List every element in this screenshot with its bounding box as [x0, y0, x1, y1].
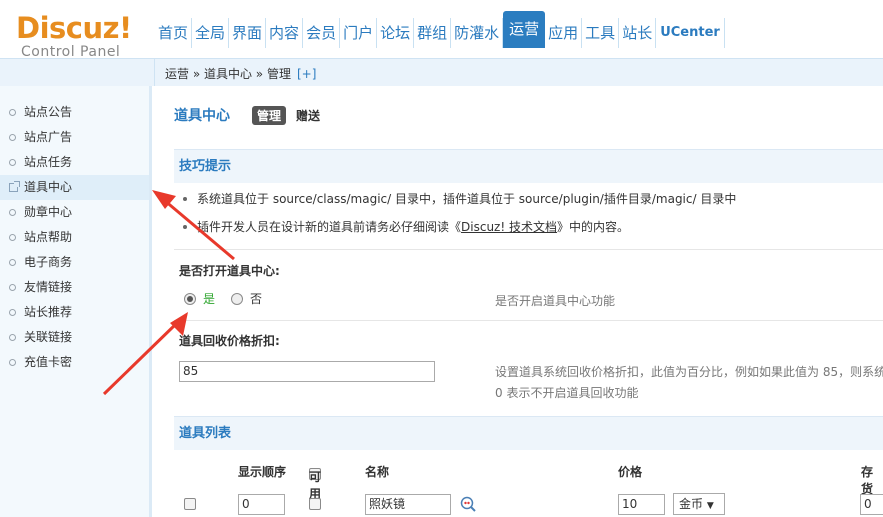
open-center-label: 是否打开道具中心:: [179, 264, 280, 278]
bullet-icon: [183, 225, 187, 229]
page-title-row: 道具中心 管理 赠送: [174, 105, 320, 125]
radio-no[interactable]: [231, 292, 244, 305]
radio-yes[interactable]: [184, 292, 196, 305]
open-center-hint: 是否开启道具中心功能: [495, 294, 616, 308]
row-enabled-checkbox[interactable]: [309, 498, 321, 510]
item-list-header: 道具列表: [174, 416, 883, 450]
sidebar-item-recommend[interactable]: 站长推荐: [0, 300, 149, 325]
bullet-icon: [9, 134, 16, 141]
tech-doc-link[interactable]: Discuz! 技术文档: [461, 220, 557, 234]
column-price: 价格: [618, 465, 643, 479]
bullet-icon: [9, 359, 16, 366]
tab-give[interactable]: 赠送: [296, 107, 320, 124]
bullet-icon: [9, 234, 16, 241]
sidebar-item-announcements[interactable]: 站点公告: [0, 100, 149, 125]
tab-manage[interactable]: 管理: [252, 105, 287, 125]
order-input[interactable]: 0: [238, 494, 285, 515]
nav-tools[interactable]: 工具: [582, 18, 620, 48]
nav-portal[interactable]: 门户: [340, 18, 378, 48]
nav-groups[interactable]: 群组: [414, 18, 452, 48]
bullet-icon: [9, 209, 16, 216]
bullet-icon: [9, 284, 16, 291]
bullet-icon: [9, 259, 16, 266]
stock-input[interactable]: 0: [860, 494, 883, 515]
logo-brand: Discuz!: [16, 11, 132, 45]
bullet-icon: [9, 109, 16, 116]
page-title: 道具中心: [174, 108, 230, 124]
nav-global[interactable]: 全局: [192, 18, 230, 48]
sidebar-item-related-links[interactable]: 关联链接: [0, 325, 149, 350]
divider: [174, 320, 883, 321]
currency-select[interactable]: 金币 ▼: [673, 493, 725, 515]
external-link-icon: [9, 181, 20, 192]
name-input[interactable]: 照妖镜: [365, 494, 451, 515]
nav-apps[interactable]: 应用: [545, 18, 583, 48]
sidebar-item-medals[interactable]: 勋章中心: [0, 200, 149, 225]
sidebar-item-tasks[interactable]: 站点任务: [0, 150, 149, 175]
open-center-options: 是 否: [184, 290, 262, 307]
nav-ucenter[interactable]: UCenter: [656, 18, 725, 48]
column-order: 显示顺序: [238, 465, 287, 479]
discount-label: 道具回收价格折扣:: [179, 334, 280, 348]
sidebar-item-friend-links[interactable]: 友情链接: [0, 275, 149, 300]
bullet-icon: [183, 197, 187, 201]
bullet-icon: [9, 309, 16, 316]
breadcrumb-text: 运营 » 道具中心 » 管理: [165, 67, 291, 81]
tip-item: 插件开发人员在设计新的道具前请务必仔细阅读《Discuz! 技术文档》中的内容。: [181, 218, 736, 246]
sidebar-item-magic-center[interactable]: 道具中心: [0, 175, 149, 200]
discount-input[interactable]: 85: [179, 361, 435, 382]
radio-no-label[interactable]: 否: [250, 290, 262, 307]
nav-webmaster[interactable]: 站长: [619, 18, 657, 48]
header-left-strip: [0, 58, 154, 86]
breadcrumb: 运营 » 道具中心 » 管理 [+]: [165, 65, 316, 82]
nav-antispam[interactable]: 防灌水: [451, 18, 504, 48]
bullet-icon: [9, 334, 16, 341]
discount-hint-2: 0 表示不开启道具回收功能: [495, 386, 639, 400]
sidebar-item-ecommerce[interactable]: 电子商务: [0, 250, 149, 275]
row-select-checkbox[interactable]: [184, 498, 196, 510]
main-content: 道具中心 管理 赠送 技巧提示 系统道具位于 source/class/magi…: [157, 86, 883, 517]
bullet-icon: [9, 159, 16, 166]
table-row: 0 照妖镜 10 金币 ▼ 0: [174, 490, 883, 517]
nav-forum[interactable]: 论坛: [377, 18, 415, 48]
column-name: 名称: [365, 465, 390, 479]
nav-operations[interactable]: 运营: [503, 11, 546, 48]
chevron-down-icon: ▼: [706, 501, 714, 511]
radio-yes-label[interactable]: 是: [203, 290, 215, 307]
nav-members[interactable]: 会员: [303, 18, 341, 48]
sidebar-item-recharge-cards[interactable]: 充值卡密: [0, 350, 149, 375]
header: Discuz! Control Panel 首页 全局 界面 内容 会员 门户 …: [0, 0, 883, 60]
nav-content[interactable]: 内容: [266, 18, 304, 48]
divider: [174, 249, 883, 250]
breadcrumb-bar: 运营 » 道具中心 » 管理 [+]: [154, 58, 883, 86]
nav-interface[interactable]: 界面: [229, 18, 267, 48]
price-input[interactable]: 10: [618, 494, 665, 515]
sidebar-item-help[interactable]: 站点帮助: [0, 225, 149, 250]
tips-header: 技巧提示: [174, 149, 883, 183]
add-shortcut-link[interactable]: [+]: [297, 67, 316, 81]
magnifier-icon[interactable]: [460, 496, 476, 512]
top-nav: 首页 全局 界面 内容 会员 门户 论坛 群组 防灌水 运营 应用 工具 站长 …: [154, 11, 725, 48]
table-header: 显示顺序 可用 名称 价格 存货: [174, 458, 883, 501]
sidebar: 站点公告 站点广告 站点任务 道具中心 勋章中心 站点帮助 电子商务 友情链接 …: [0, 86, 152, 517]
nav-home[interactable]: 首页: [154, 18, 193, 48]
discount-hint-1: 设置道具系统回收价格折扣，此值为百分比，例如如果此值为 85，则系统: [495, 365, 883, 379]
logo[interactable]: Discuz! Control Panel: [16, 12, 136, 60]
sidebar-item-ads[interactable]: 站点广告: [0, 125, 149, 150]
tip-item: 系统道具位于 source/class/magic/ 目录中，插件道具位于 so…: [181, 190, 736, 218]
tips-list: 系统道具位于 source/class/magic/ 目录中，插件道具位于 so…: [181, 190, 736, 246]
